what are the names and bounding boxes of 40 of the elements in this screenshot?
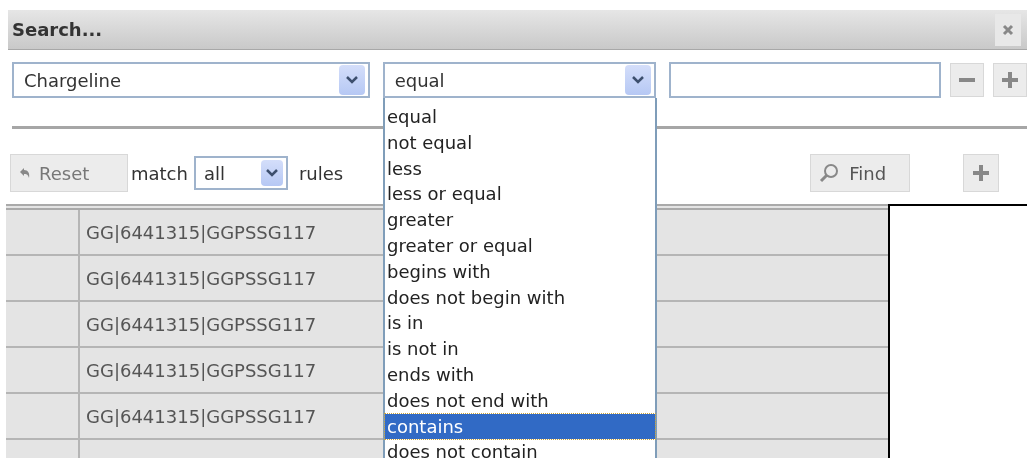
remove-rule-button[interactable] (950, 63, 985, 97)
undo-icon (19, 167, 31, 179)
match-select[interactable]: all (193, 156, 288, 190)
rules-label: rules (298, 161, 344, 186)
table-cell-text: GG|6441315|GGPSSG117 (86, 266, 317, 291)
search-icon (819, 163, 840, 183)
plus-icon (973, 165, 990, 181)
match-label: match (131, 161, 188, 186)
dialog-title: Search... (12, 18, 103, 42)
caret-icon (338, 65, 365, 95)
dropdown-option[interactable]: does not end with (385, 387, 655, 414)
add-rule-button[interactable] (993, 63, 1027, 97)
dropdown-option[interactable]: does not contain (385, 439, 655, 458)
dropdown-option[interactable]: less or equal (385, 181, 655, 208)
field-select[interactable]: Chargeline (12, 62, 370, 98)
dropdown-option[interactable]: not equal (385, 129, 655, 156)
table-cell-text: GG|6441315|GGPSSG117 (86, 220, 317, 245)
reset-button[interactable]: Reset (10, 154, 128, 192)
operator-select[interactable]: equal (382, 62, 657, 98)
value-input[interactable] (669, 62, 942, 98)
find-button[interactable]: Find (810, 154, 911, 192)
dropdown-option[interactable]: is not in (385, 336, 655, 362)
close-icon[interactable] (995, 13, 1021, 46)
dropdown-option[interactable]: ends with (385, 361, 655, 388)
caret-icon (625, 65, 652, 95)
dropdown-option[interactable]: less (385, 155, 655, 182)
dropdown-option[interactable]: greater or equal (385, 233, 655, 259)
caret-icon (260, 160, 283, 186)
dropdown-option[interactable]: greater (385, 207, 655, 233)
dropdown-option[interactable]: begins with (385, 258, 655, 285)
table-cell-text: GG|6441315|GGPSSG117 (86, 312, 317, 337)
plus-icon (1002, 72, 1019, 88)
add-button[interactable] (963, 154, 1000, 192)
table-cell-text: GG|6441315|GGPSSG117 (86, 404, 317, 429)
table-cell-text: GG|6441315|GGPSSG117 (86, 358, 317, 383)
dropdown-option[interactable]: equal (385, 104, 655, 130)
dropdown-option[interactable]: does not begin with (385, 284, 655, 311)
dropdown-option[interactable]: is in (385, 310, 655, 337)
dropdown-option[interactable]: contains (385, 413, 655, 440)
minus-icon (959, 78, 976, 82)
